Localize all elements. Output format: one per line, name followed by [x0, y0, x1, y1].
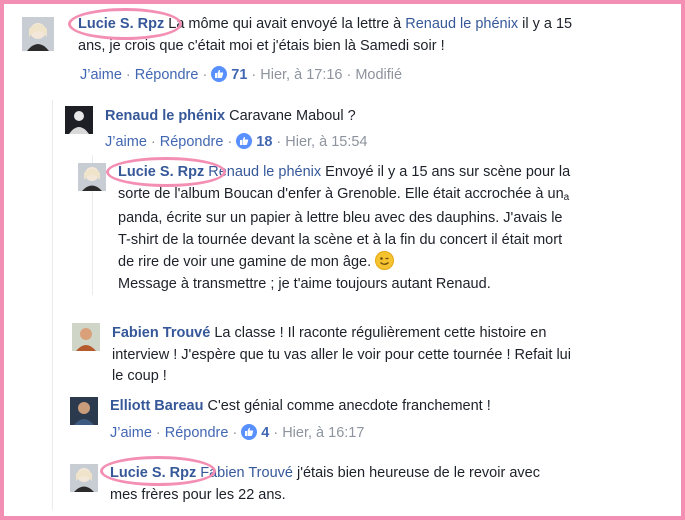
like-link[interactable]: J’aime [105, 134, 147, 150]
comment-text: Elliott Bareau C'est génial comme anecdo… [110, 396, 650, 418]
thumbs-up-icon [241, 424, 258, 440]
comment-body-line: mes frères pour les 22 ans. [110, 486, 286, 503]
comment-body-line: de rire de voir une gamine de mon âge. [118, 254, 372, 270]
thumbs-up-icon [236, 133, 253, 149]
mention-link[interactable]: Renaud le phénix [405, 16, 518, 32]
separator: · [232, 425, 238, 441]
comment-body: La môme qui avait envoyé la lettre à [168, 16, 406, 32]
comment-body-tail: il y a 15 [518, 16, 573, 32]
comment-body: j'étais bien heureuse de le revoir avec [292, 465, 540, 481]
comment-text: Lucie S. Rpz Fabien Trouvé j'étais bien … [110, 463, 650, 506]
comment-body-line: T-shirt de la tournée devant la scène et… [118, 231, 563, 248]
separator: · [155, 425, 161, 441]
avatar-lucie[interactable] [22, 17, 54, 51]
thumbs-up-icon [211, 66, 228, 82]
author-name[interactable]: Fabien Trouvé [112, 325, 210, 341]
avatar-lucie[interactable] [70, 464, 98, 492]
reply-link[interactable]: Répondre [135, 67, 199, 83]
thread-line [52, 100, 53, 510]
avatar-image [22, 17, 54, 51]
comment-body-line: interview ! J'espère que tu vas aller le… [112, 346, 571, 363]
timestamp[interactable]: Hier, à 15:54 [285, 134, 367, 150]
mention-link[interactable]: Fabien Trouvé [200, 465, 293, 481]
avatar-image [65, 106, 93, 134]
separator: · [273, 425, 279, 441]
comment-body: C'est génial comme anecdote franchement … [207, 398, 491, 414]
reply-link[interactable]: Répondre [160, 134, 224, 150]
edited-label[interactable]: Modifié [355, 67, 402, 83]
stray-char: a [563, 191, 570, 203]
comment-body: La classe ! Il raconte régulièrement cet… [210, 325, 547, 341]
avatar-elliott[interactable] [70, 397, 98, 425]
author-name[interactable]: Lucie S. Rpz [118, 164, 204, 180]
timestamp[interactable]: Hier, à 17:16 [260, 67, 342, 83]
reply-link[interactable]: Répondre [165, 425, 229, 441]
timestamp[interactable]: Hier, à 16:17 [282, 425, 364, 441]
comment-body: Envoyé il y a 15 ans sur scène pour la [321, 164, 571, 180]
comment-actions: J’aime · Répondre · 4 · Hier, à 16:17 [110, 424, 364, 441]
avatar-image [78, 163, 106, 191]
likes-count[interactable]: 71 [231, 67, 247, 83]
separator: · [125, 67, 131, 83]
separator: · [276, 134, 282, 150]
comment-text: Renaud le phénix Caravane Maboul ? [105, 106, 625, 128]
comment-body-line: le coup ! [112, 368, 167, 384]
mask-strip [55, 449, 635, 455]
author-name[interactable]: Renaud le phénix [105, 108, 225, 124]
comment-actions: J’aime · Répondre · 71 · Hier, à 17:16 · Modifié [80, 66, 402, 83]
separator: · [251, 67, 257, 83]
avatar-fabien[interactable] [72, 323, 100, 351]
comment-text: Lucie S. Rpz La môme qui avait envoyé la… [78, 14, 668, 57]
separator: · [202, 67, 208, 83]
author-name[interactable]: Lucie S. Rpz [78, 16, 164, 32]
comment-text: Fabien Trouvé La classe ! Il raconte rég… [112, 323, 652, 388]
wink-emoji-icon [375, 251, 395, 270]
mention-link[interactable]: Renaud le phénix [208, 164, 321, 180]
likes-count[interactable]: 18 [256, 134, 272, 150]
comment-body-line: panda, écrite sur un papier à lettre ble… [118, 210, 563, 226]
comment-text: Lucie S. Rpz Renaud le phénix Envoyé il … [118, 162, 648, 295]
like-link[interactable]: J’aime [110, 425, 152, 441]
comment-body-line: Message à transmettre ; je t'aime toujou… [118, 275, 491, 292]
avatar-image [72, 323, 100, 351]
avatar-image [70, 464, 98, 492]
author-name[interactable]: Lucie S. Rpz [110, 465, 196, 481]
avatar-lucie[interactable] [78, 163, 106, 191]
separator: · [150, 134, 156, 150]
comment-body: Caravane Maboul ? [229, 108, 356, 124]
separator: · [346, 67, 352, 83]
comment-actions: J’aime · Répondre · 18 · Hier, à 15:54 [105, 133, 368, 150]
avatar-renaud[interactable] [65, 106, 93, 134]
separator: · [227, 134, 233, 150]
likes-count[interactable]: 4 [261, 425, 269, 441]
avatar-image [70, 397, 98, 425]
mask-strip [55, 300, 635, 310]
comment-body-line: sorte de l'album Boucan d'enfer à Grenob… [118, 185, 564, 202]
author-name[interactable]: Elliott Bareau [110, 398, 203, 414]
comment-body-line: ans, je crois que c'était moi et j'étais… [78, 37, 445, 54]
like-link[interactable]: J’aime [80, 67, 122, 83]
